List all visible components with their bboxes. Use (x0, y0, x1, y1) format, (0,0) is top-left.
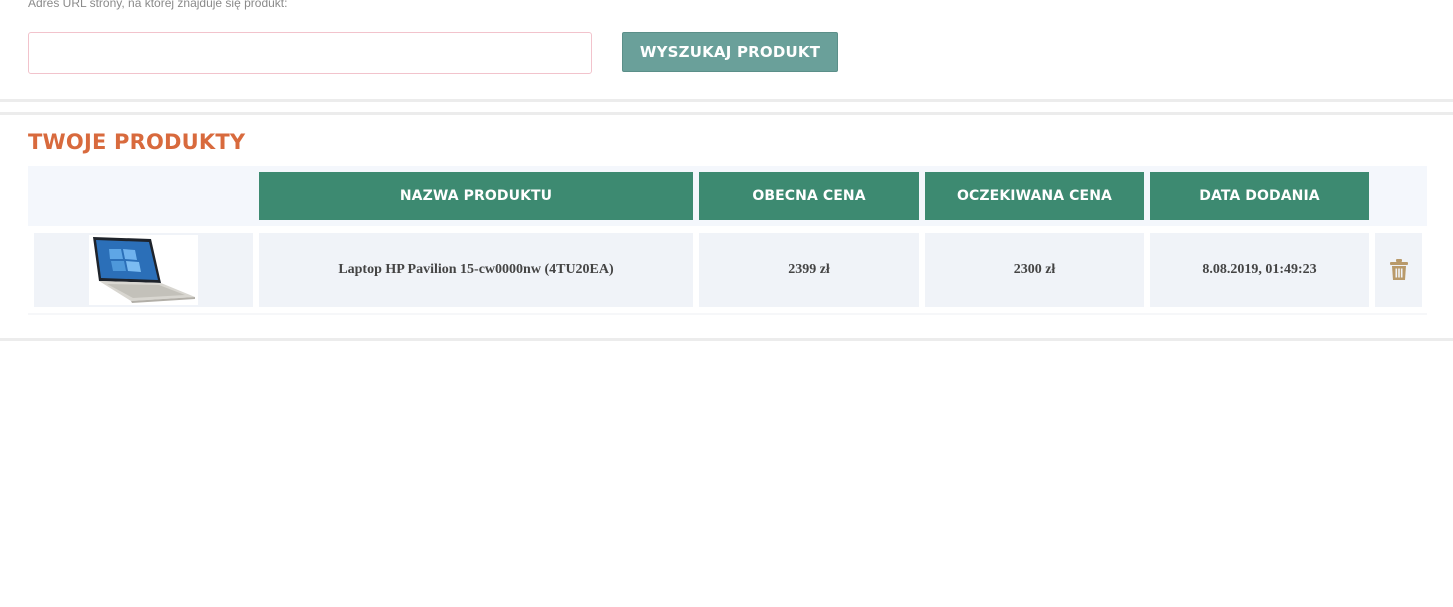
url-field-label: Adres URL strony, na której znajduje się… (28, 0, 288, 10)
section-divider (0, 338, 1453, 341)
section-divider (0, 99, 1453, 102)
trash-icon[interactable] (1389, 259, 1409, 281)
table-cell-current-price: 2399 zł (699, 233, 919, 307)
table-cell-actions (1375, 233, 1422, 307)
url-input[interactable] (28, 32, 592, 74)
table-cell-image (34, 233, 253, 307)
products-table: NAZWA PRODUKTU OBECNA CENA OCZEKIWANA CE… (28, 166, 1427, 316)
table-cell-product-name: Laptop HP Pavilion 15-cw0000nw (4TU20EA) (259, 233, 693, 307)
column-header-date-added: DATA DODANIA (1150, 172, 1369, 220)
products-section-title: TWOJE PRODUKTY (28, 130, 246, 154)
column-header-expected-price: OCZEKIWANA CENA (925, 172, 1144, 220)
section-divider (0, 112, 1453, 115)
laptop-image (89, 235, 198, 305)
column-header-name: NAZWA PRODUKTU (259, 172, 693, 220)
table-cell-expected-price: 2300 zł (925, 233, 1144, 307)
search-product-button[interactable]: WYSZUKAJ PRODUKT (622, 32, 838, 72)
table-cell-date-added: 8.08.2019, 01:49:23 (1150, 233, 1369, 307)
column-header-current-price: OBECNA CENA (699, 172, 919, 220)
row-separator (28, 313, 1427, 315)
page: Adres URL strony, na której znajduje się… (0, 0, 1453, 607)
laptop-image (89, 235, 198, 305)
